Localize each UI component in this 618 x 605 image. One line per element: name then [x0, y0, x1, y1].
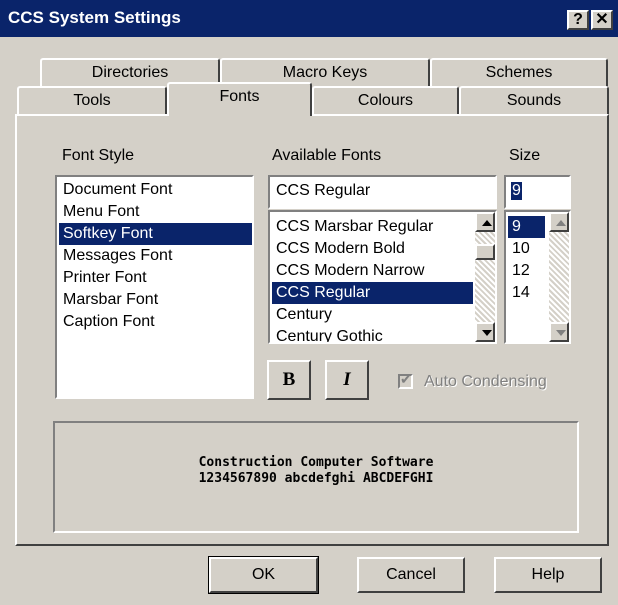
- tab-colours[interactable]: Colours: [312, 86, 459, 116]
- list-item[interactable]: Document Font: [59, 179, 252, 201]
- size-scrollbar[interactable]: [549, 212, 569, 342]
- ok-button[interactable]: OK: [208, 556, 319, 594]
- list-item[interactable]: Messages Font: [59, 245, 252, 267]
- italic-icon: I: [343, 369, 351, 390]
- size-label: Size: [509, 147, 541, 164]
- close-icon[interactable]: ✕: [591, 10, 613, 30]
- size-scroll-down-button[interactable]: [549, 322, 569, 342]
- tab-sounds[interactable]: Sounds: [459, 86, 609, 116]
- list-item[interactable]: CCS Modern Bold: [272, 238, 473, 260]
- cancel-button[interactable]: Cancel: [357, 557, 465, 593]
- tab-fonts[interactable]: Fonts: [167, 82, 312, 116]
- auto-condensing-checkbox[interactable]: ✔: [398, 371, 413, 389]
- list-item[interactable]: Softkey Font: [59, 223, 252, 245]
- help-button[interactable]: Help: [494, 557, 602, 593]
- scroll-thumb[interactable]: [475, 244, 495, 260]
- font-name-input[interactable]: CCS Regular: [268, 175, 497, 209]
- list-item[interactable]: CCS Modern Narrow: [272, 260, 473, 282]
- settings-window: CCS System Settings ? ✕ Directories Macr…: [0, 0, 618, 605]
- list-item[interactable]: Century: [272, 304, 473, 326]
- preview-line-2: 1234567890 abcdefghi ABCDEFGHI: [198, 471, 434, 486]
- size-list[interactable]: 9 10 12 14: [504, 210, 571, 344]
- title-bar[interactable]: CCS System Settings ? ✕: [0, 0, 618, 37]
- arrow-up-icon: [556, 220, 566, 226]
- italic-button[interactable]: I: [325, 360, 369, 400]
- list-item[interactable]: CCS Regular: [272, 282, 473, 304]
- font-style-label: Font Style: [62, 147, 135, 164]
- font-style-list[interactable]: Document Font Menu Font Softkey Font Mes…: [55, 175, 254, 399]
- scroll-up-button[interactable]: [475, 212, 495, 232]
- bold-icon: B: [282, 369, 296, 390]
- size-value: 9: [511, 182, 522, 200]
- tab-tools[interactable]: Tools: [17, 86, 167, 116]
- list-item[interactable]: CCS Marsbar Regular: [272, 216, 473, 238]
- list-item[interactable]: Caption Font: [59, 311, 252, 333]
- fonts-scrollbar[interactable]: [475, 212, 495, 342]
- window-title: CCS System Settings: [8, 8, 181, 27]
- list-item[interactable]: Marsbar Font: [59, 289, 252, 311]
- size-scroll-up-button[interactable]: [549, 212, 569, 232]
- list-item[interactable]: 9: [508, 216, 545, 238]
- font-preview: Construction Computer Software 123456789…: [53, 421, 579, 533]
- tab-schemes[interactable]: Schemes: [430, 58, 608, 88]
- list-item[interactable]: 14: [508, 282, 545, 304]
- available-fonts-label: Available Fonts: [272, 147, 382, 164]
- available-fonts-list[interactable]: CCS Marsbar Regular CCS Modern Bold CCS …: [268, 210, 497, 344]
- list-item[interactable]: 12: [508, 260, 545, 282]
- arrow-down-icon: [482, 330, 492, 336]
- list-item[interactable]: Printer Font: [59, 267, 252, 289]
- checkmark-icon: ✔: [400, 371, 412, 387]
- list-item[interactable]: Century Gothic: [272, 326, 473, 342]
- auto-condensing-label: Auto Condensing: [424, 373, 547, 390]
- list-item[interactable]: Menu Font: [59, 201, 252, 223]
- font-name-value: CCS Regular: [276, 182, 371, 199]
- bold-button[interactable]: B: [267, 360, 311, 400]
- arrow-up-icon: [482, 220, 492, 226]
- size-input[interactable]: 9: [504, 175, 571, 209]
- preview-line-1: Construction Computer Software: [198, 455, 434, 470]
- help-icon[interactable]: ?: [567, 10, 589, 30]
- arrow-down-icon: [556, 330, 566, 336]
- list-item[interactable]: 10: [508, 238, 545, 260]
- scroll-down-button[interactable]: [475, 322, 495, 342]
